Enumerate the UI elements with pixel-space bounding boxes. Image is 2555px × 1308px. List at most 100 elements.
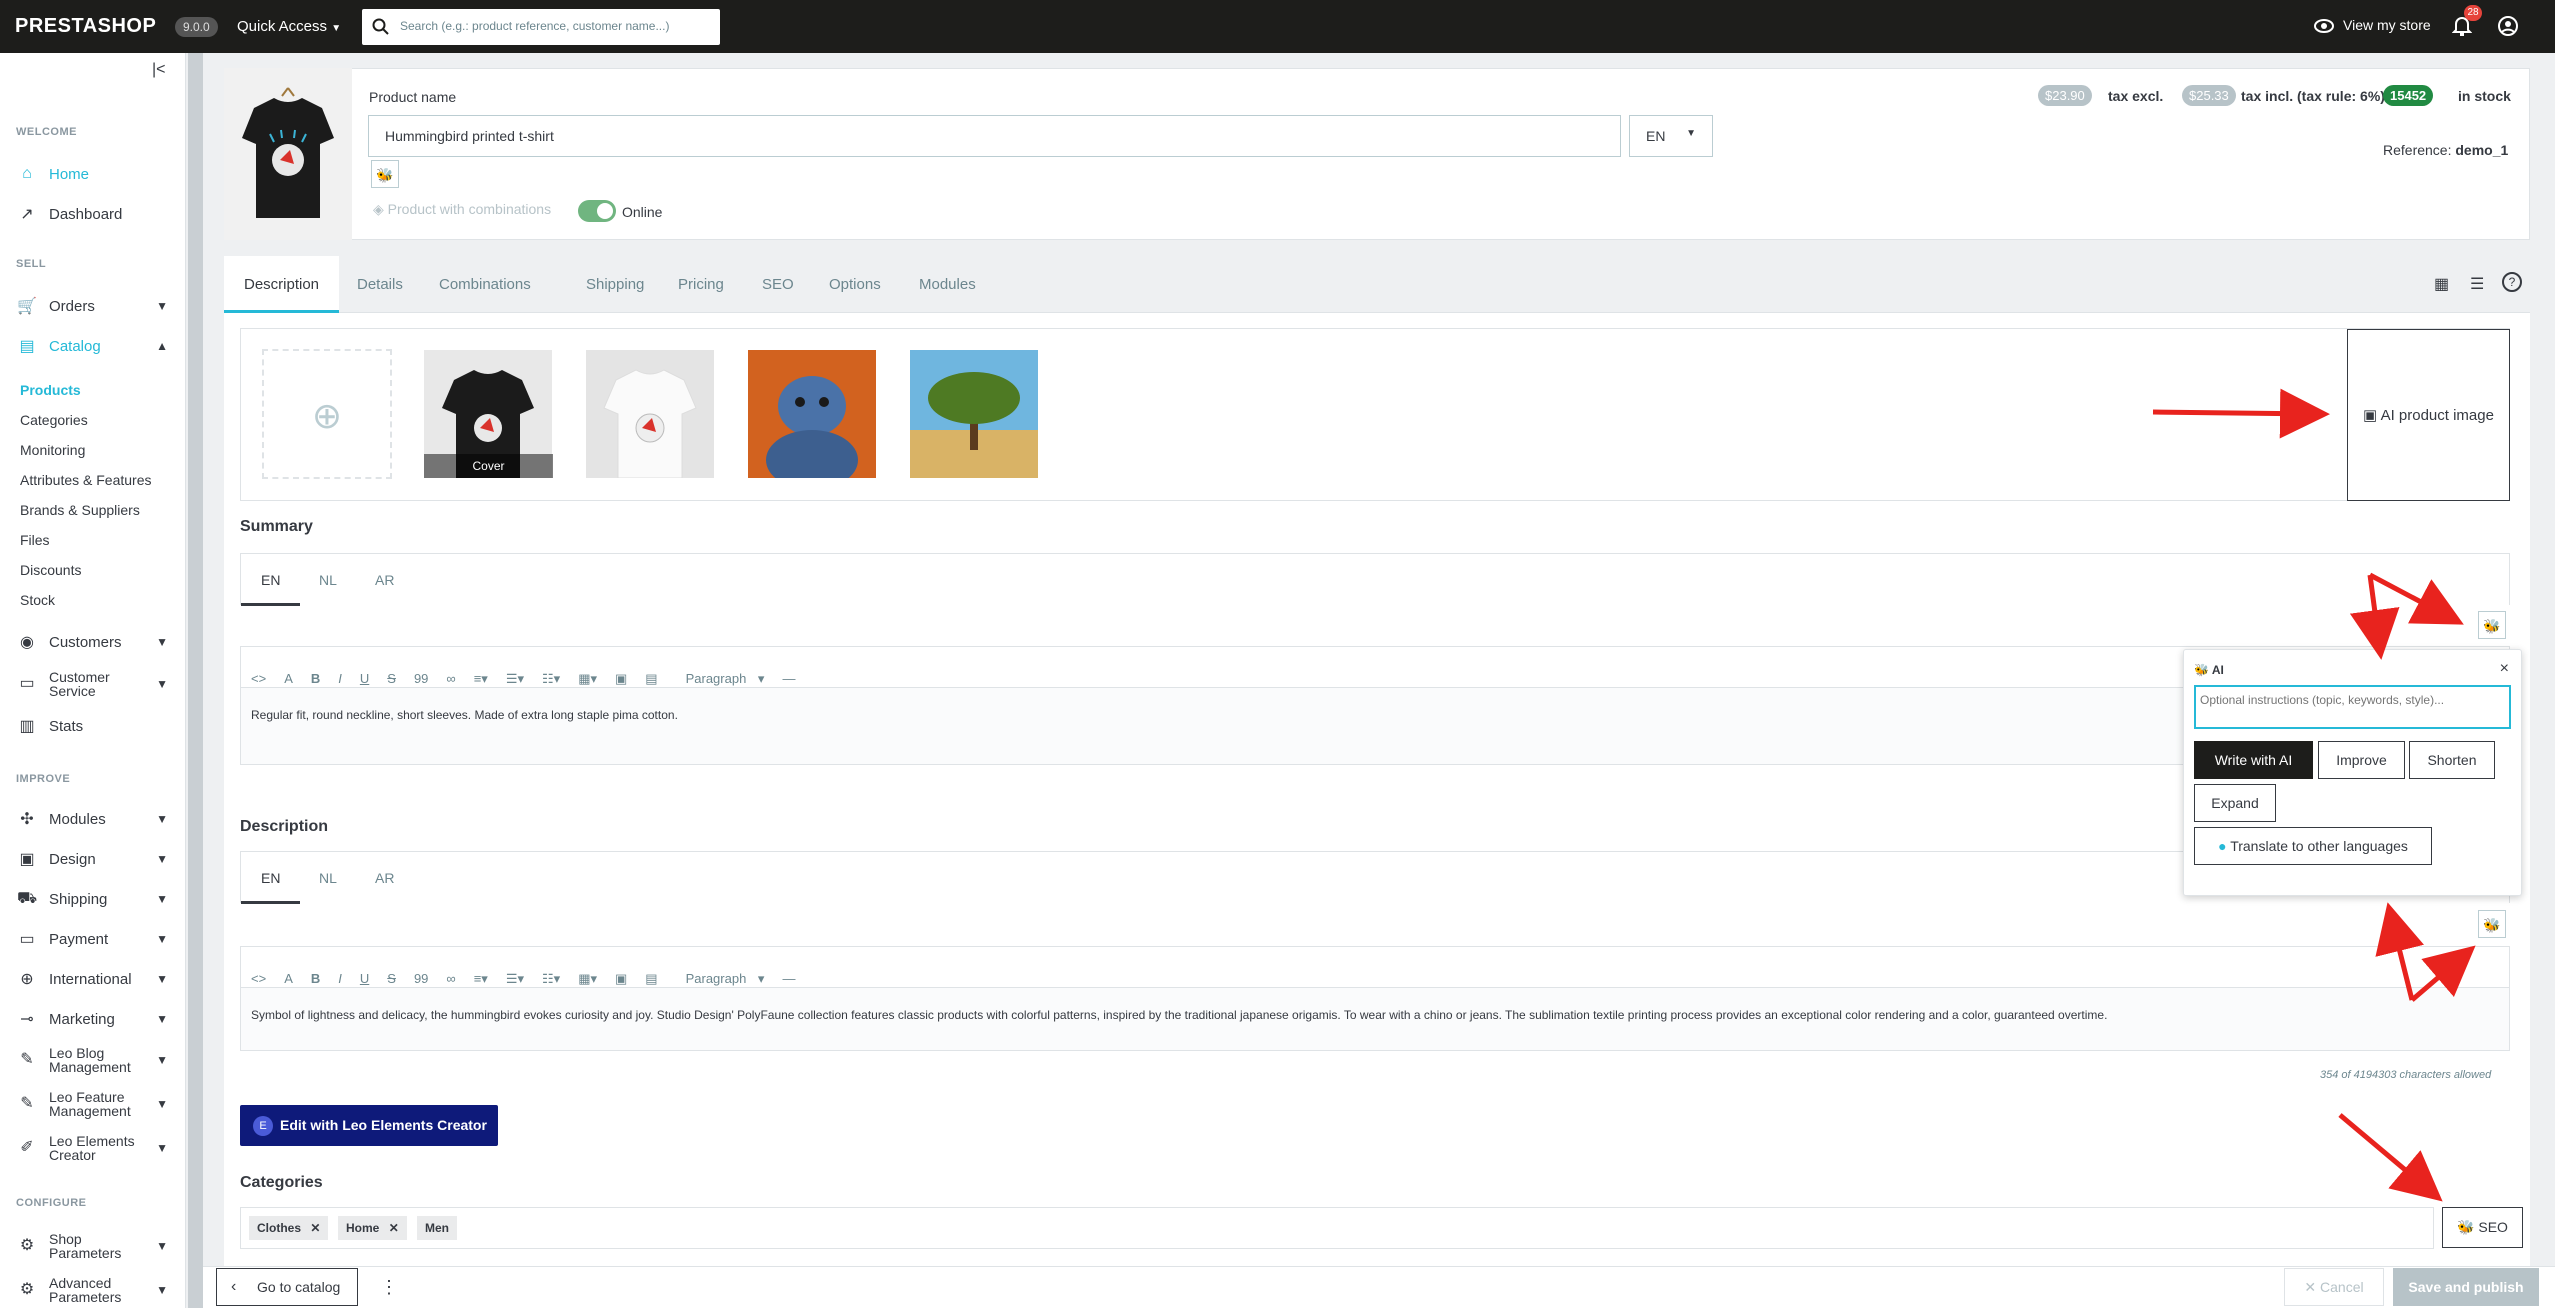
bullet-list-icon[interactable]: ☰▾ — [506, 671, 524, 687]
close-icon[interactable]: × — [2500, 660, 2509, 678]
horizontal-line-icon[interactable]: — — [782, 671, 795, 686]
summary-tab-en[interactable]: EN — [241, 554, 301, 606]
sidebar-item-shop-parameters[interactable]: ⚙ Shop Parameters ▼ — [0, 1229, 186, 1263]
code-icon[interactable]: <> — [251, 671, 266, 686]
sidebar-sub-brands[interactable]: Brands & Suppliers — [20, 502, 140, 518]
sidebar-item-leo-blog[interactable]: ✎ Leo Blog Management ▼ — [0, 1043, 186, 1077]
scrollbar[interactable] — [188, 53, 203, 1308]
image-icon[interactable]: ▣ — [615, 671, 627, 687]
remove-icon[interactable]: ✕ — [310, 1221, 320, 1235]
go-to-catalog-button[interactable]: ‹ Go to catalog — [216, 1268, 358, 1306]
prestashop-logo[interactable]: PRESTASHOP — [15, 15, 156, 38]
help-icon[interactable]: ? — [2502, 272, 2522, 292]
write-with-ai-button[interactable]: Write with AI — [2194, 741, 2313, 779]
sidebar-sub-stock[interactable]: Stock — [20, 592, 55, 608]
quote-icon[interactable]: 99 — [414, 671, 428, 686]
paragraph-select[interactable]: Paragraph ▾ — [676, 659, 765, 687]
add-image-icon[interactable]: ⊕ — [262, 349, 392, 479]
italic-icon[interactable]: I — [338, 671, 342, 686]
language-select[interactable]: EN ▼ — [1629, 115, 1713, 157]
tab-pricing[interactable]: Pricing — [658, 256, 744, 313]
media-icon[interactable]: ▤ — [645, 971, 657, 987]
image-icon[interactable]: ▣ — [615, 971, 627, 987]
tab-modules[interactable]: Modules — [899, 256, 996, 313]
bold-icon[interactable]: B — [311, 971, 320, 986]
sidebar-item-leo-elements[interactable]: ✐ Leo Elements Creator ▼ — [0, 1131, 186, 1165]
sidebar-sub-categories[interactable]: Categories — [20, 412, 88, 428]
ai-product-image-button[interactable]: ▣ AI product image — [2347, 329, 2510, 501]
quick-access-button[interactable]: Quick Access ▼ — [237, 18, 341, 35]
product-name-input[interactable]: Hummingbird printed t-shirt — [368, 115, 1621, 157]
table-icon[interactable]: ▦▾ — [578, 971, 597, 987]
sidebar-sub-attributes[interactable]: Attributes & Features — [20, 472, 152, 488]
user-avatar-icon[interactable] — [2497, 15, 2519, 40]
translate-button[interactable]: ● Translate to other languages — [2194, 827, 2432, 865]
sidebar-item-stats[interactable]: ▥ Stats — [0, 709, 186, 743]
sidebar-item-dashboard[interactable]: ↗ Dashboard — [0, 197, 186, 231]
sidebar-sub-files[interactable]: Files — [20, 532, 50, 548]
sidebar-sub-products[interactable]: Products — [20, 382, 81, 398]
save-and-publish-button[interactable]: Save and publish — [2393, 1268, 2539, 1306]
underline-icon[interactable]: U — [360, 671, 369, 686]
combinations-option[interactable]: ◈ Product with combinations — [373, 201, 551, 218]
numbered-list-icon[interactable]: ☷▾ — [542, 971, 560, 987]
sidebar-item-shipping[interactable]: ⛟ Shipping ▼ — [0, 882, 186, 916]
quote-icon[interactable]: 99 — [414, 971, 428, 986]
description-tab-ar[interactable]: AR — [355, 852, 414, 904]
product-image-4[interactable] — [910, 350, 1038, 478]
code-icon[interactable]: <> — [251, 971, 266, 986]
search-input[interactable]: Search (e.g.: product reference, custome… — [362, 9, 720, 45]
cancel-button[interactable]: ✕ Cancel — [2284, 1268, 2384, 1306]
strikethrough-icon[interactable]: S — [387, 671, 396, 686]
description-tab-nl[interactable]: NL — [299, 852, 357, 904]
list-icon[interactable]: ☰ — [2470, 274, 2484, 294]
numbered-list-icon[interactable]: ☷▾ — [542, 671, 560, 687]
sidebar-item-orders[interactable]: 🛒 Orders ▼ — [0, 289, 186, 323]
sidebar-item-design[interactable]: ▣ Design ▼ — [0, 842, 186, 876]
seo-ai-button[interactable]: 🐝 SEO — [2442, 1207, 2523, 1248]
improve-button[interactable]: Improve — [2318, 741, 2405, 779]
view-store-link[interactable]: View my store — [2343, 17, 2431, 33]
description-tab-en[interactable]: EN — [241, 852, 301, 904]
tab-description[interactable]: Description — [224, 256, 340, 313]
text-color-icon[interactable]: A — [284, 971, 293, 986]
align-icon[interactable]: ≡▾ — [474, 671, 488, 687]
sidebar-item-home[interactable]: ⌂ Home — [0, 157, 186, 191]
product-image-3[interactable] — [748, 350, 876, 478]
product-cover-image[interactable] — [224, 68, 352, 240]
underline-icon[interactable]: U — [360, 971, 369, 986]
sidebar-item-marketing[interactable]: ⊸ Marketing ▼ — [0, 1002, 186, 1036]
remove-icon[interactable]: ✕ — [389, 1221, 399, 1235]
ai-name-bee-icon[interactable]: 🐝 — [371, 160, 399, 188]
sidebar-item-catalog[interactable]: ▤ Catalog ▲ — [0, 329, 186, 363]
tab-shipping[interactable]: Shipping — [566, 256, 664, 313]
tab-details[interactable]: Details — [337, 256, 423, 313]
sidebar-item-leo-feature[interactable]: ✎ Leo Feature Management ▼ — [0, 1087, 186, 1121]
table-icon[interactable]: ▦▾ — [578, 671, 597, 687]
horizontal-line-icon[interactable]: — — [782, 971, 795, 986]
tab-seo[interactable]: SEO — [742, 256, 814, 313]
strikethrough-icon[interactable]: S — [387, 971, 396, 986]
sidebar-item-payment[interactable]: ▭ Payment ▼ — [0, 922, 186, 956]
description-editor[interactable]: Symbol of lightness and delicacy, the hu… — [240, 988, 2510, 1051]
ai-instructions-input[interactable] — [2194, 685, 2511, 729]
italic-icon[interactable]: I — [338, 971, 342, 986]
summary-tab-ar[interactable]: AR — [355, 554, 414, 606]
sidebar-item-modules[interactable]: ✣ Modules ▼ — [0, 802, 186, 836]
paragraph-select[interactable]: Paragraph ▾ — [676, 959, 765, 987]
link-icon[interactable]: ∞ — [446, 671, 455, 686]
sidebar-item-customer-service[interactable]: ▭ Customer Service ▼ — [0, 667, 186, 701]
more-options-icon[interactable]: ⋮ — [380, 1277, 398, 1298]
summary-tab-nl[interactable]: NL — [299, 554, 357, 606]
sidebar-item-international[interactable]: ⊕ International ▼ — [0, 962, 186, 996]
sidebar-sub-monitoring[interactable]: Monitoring — [20, 442, 85, 458]
shorten-button[interactable]: Shorten — [2409, 741, 2495, 779]
align-icon[interactable]: ≡▾ — [474, 971, 488, 987]
edit-with-leo-button[interactable]: Edit with Leo Elements Creator — [240, 1105, 498, 1146]
link-icon[interactable]: ∞ — [446, 971, 455, 986]
tab-combinations[interactable]: Combinations — [419, 256, 551, 313]
collapse-sidebar-icon[interactable]: |< — [152, 61, 166, 79]
summary-ai-bee-icon[interactable]: 🐝 — [2478, 611, 2506, 639]
sidebar-item-customers[interactable]: ◉ Customers ▼ — [0, 625, 186, 659]
bold-icon[interactable]: B — [311, 671, 320, 686]
